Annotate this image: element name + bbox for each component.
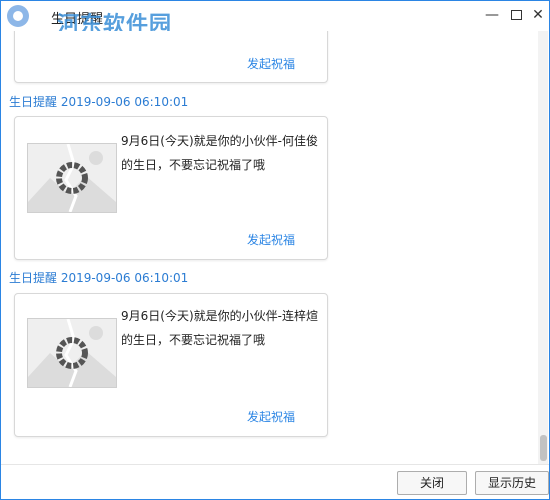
reminder-message: 9月6日(今天)就是你的小伙伴-连梓煊的生日，不要忘记祝福了哦 [121,309,318,347]
minimize-icon: — [485,7,499,23]
reminder-card: 9月6日(今天)就是你的小伙伴-连梓煊的生日，不要忘记祝福了哦 发起祝福 [14,293,328,437]
image-placeholder-icon [27,318,117,388]
reminder-card: 9月6日(今天)就是你的小伙伴-何佳俊的生日，不要忘记祝福了哦 发起祝福 [14,116,328,260]
maximize-button[interactable] [505,4,527,26]
close-button[interactable]: 关闭 [397,471,467,495]
send-wishes-link[interactable]: 发起祝福 [247,55,295,72]
scrollbar-track[interactable] [538,31,548,464]
reminder-timestamp: 生日提醒 2019-09-06 06:10:01 [9,95,189,109]
scrollbar-thumb[interactable] [540,435,547,461]
reminder-card: 发起祝福 [14,31,328,83]
image-placeholder-icon [27,143,117,213]
close-icon: ✕ [532,7,544,23]
birthday-reminder-window: 生日提醒 河东软件园 www.pc0359.cn — ✕ 发起祝福 生日提醒 2… [0,0,550,500]
reminder-message: 9月6日(今天)就是你的小伙伴-何佳俊的生日，不要忘记祝福了哦 [121,134,318,172]
bottom-bar: 关闭 显示历史 [1,464,549,499]
close-window-button[interactable]: ✕ [527,4,549,26]
reminder-timestamp: 生日提醒 2019-09-06 06:10:01 [9,271,189,285]
app-logo-icon [7,5,29,27]
send-wishes-link[interactable]: 发起祝福 [247,408,295,425]
send-wishes-link[interactable]: 发起祝福 [247,231,295,248]
maximize-icon [510,10,522,20]
window-title: 生日提醒 [51,12,104,27]
title-bar[interactable]: 生日提醒 河东软件园 www.pc0359.cn — ✕ [1,1,549,55]
minimize-button[interactable]: — [481,4,503,26]
reminder-list[interactable]: 发起祝福 生日提醒 2019-09-06 06:10:01 9月6日(今天)就是… [1,31,537,464]
show-history-button[interactable]: 显示历史 [475,471,549,495]
